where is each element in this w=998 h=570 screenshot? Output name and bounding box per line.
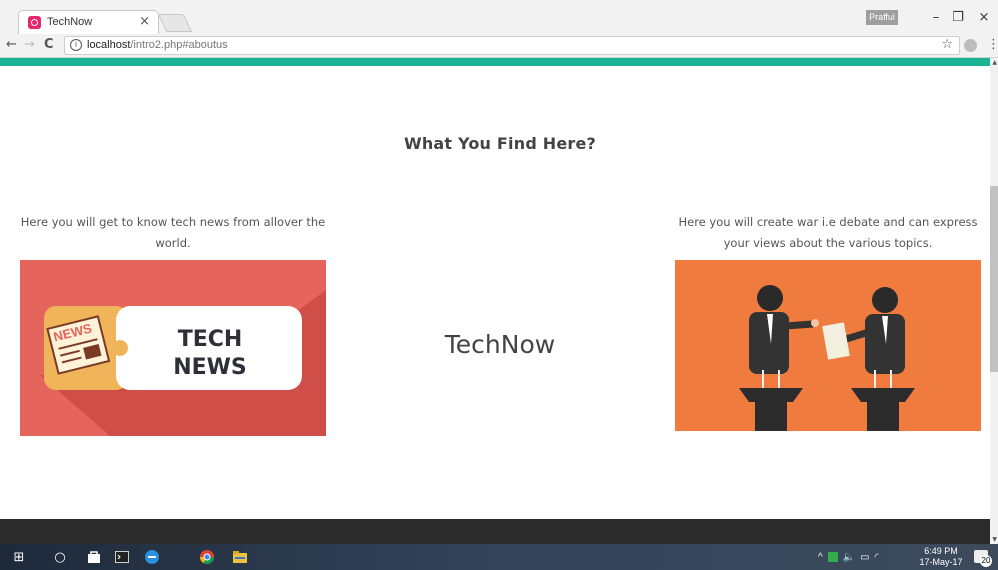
scroll-up-icon[interactable]: ▲: [992, 59, 997, 66]
system-tray: ^ 🔈 ▭ ◜: [818, 544, 878, 570]
debate-description: Here you will create war i.e debate and …: [678, 215, 978, 250]
wifi-icon[interactable]: ◜: [875, 552, 879, 563]
browser-toolbar: ← → C i localhost/intro2.php#aboutus ☆ ⋮: [0, 34, 998, 58]
browser-menu-icon[interactable]: ⋮: [987, 37, 998, 52]
tray-app-icon[interactable]: [827, 552, 838, 562]
tray-overflow-icon[interactable]: ^: [818, 552, 823, 563]
browser-titlebar: TechNow × Prafful – ❐ ×: [0, 0, 998, 34]
reload-icon[interactable]: C: [44, 37, 54, 52]
url-path: /intro2.php#aboutus: [130, 39, 228, 51]
tab-title: TechNow: [47, 16, 93, 28]
back-arrow-icon[interactable]: ←: [6, 37, 17, 52]
terminal-icon[interactable]: [110, 544, 134, 570]
debate-image: [675, 260, 981, 431]
footer-section: [0, 519, 990, 544]
scroll-down-icon[interactable]: ▼: [992, 536, 997, 543]
url-text[interactable]: localhost/intro2.php#aboutus: [87, 39, 228, 51]
extension-icon[interactable]: [964, 39, 977, 52]
edge-browser-icon[interactable]: [140, 544, 164, 570]
info-icon[interactable]: i: [70, 39, 82, 51]
url-host: localhost: [87, 39, 131, 51]
bookmark-star-icon[interactable]: ☆: [941, 37, 953, 52]
address-bar[interactable]: i localhost/intro2.php#aboutus ☆: [64, 36, 960, 55]
windows-start-icon[interactable]: ⊞: [4, 544, 34, 570]
page-viewport: What You Find Here? Here you will get to…: [0, 58, 998, 544]
chrome-browser-icon[interactable]: [195, 544, 219, 570]
browser-tab[interactable]: TechNow ×: [18, 10, 159, 34]
taskbar-clock[interactable]: 6:49 PM 17-May-17: [916, 546, 966, 568]
profile-badge[interactable]: Prafful: [866, 10, 898, 25]
tab-close-icon[interactable]: ×: [139, 14, 150, 29]
network-icon[interactable]: ▭: [860, 552, 869, 563]
window-close-button[interactable]: ×: [974, 10, 994, 25]
new-tab-button[interactable]: [157, 14, 193, 32]
clock-date: 17-May-17: [919, 557, 963, 567]
store-icon[interactable]: [82, 544, 106, 570]
cortana-search-icon[interactable]: ○: [48, 544, 72, 570]
volume-icon[interactable]: 🔈: [843, 552, 855, 563]
tech-news-description: Here you will get to know tech news from…: [20, 215, 326, 250]
window-maximize-button[interactable]: ❐: [948, 10, 968, 25]
scrollbar-thumb[interactable]: [990, 186, 998, 372]
window-minimize-button[interactable]: –: [926, 10, 946, 25]
page-scrollbar[interactable]: ▲ ▼: [990, 58, 998, 544]
section-title: What You Find Here?: [403, 134, 597, 153]
windows-taskbar: ⊞ ○ ^ 🔈 ▭ ◜ 6:49 PM 17-May-17 20: [0, 544, 998, 570]
forward-arrow-icon[interactable]: →: [24, 37, 35, 52]
notification-count-badge: 20: [980, 555, 992, 567]
file-explorer-icon[interactable]: [228, 544, 252, 570]
clock-time: 6:49 PM: [924, 546, 958, 556]
site-favicon-icon: [28, 16, 41, 29]
navbar-strip: [0, 58, 990, 66]
